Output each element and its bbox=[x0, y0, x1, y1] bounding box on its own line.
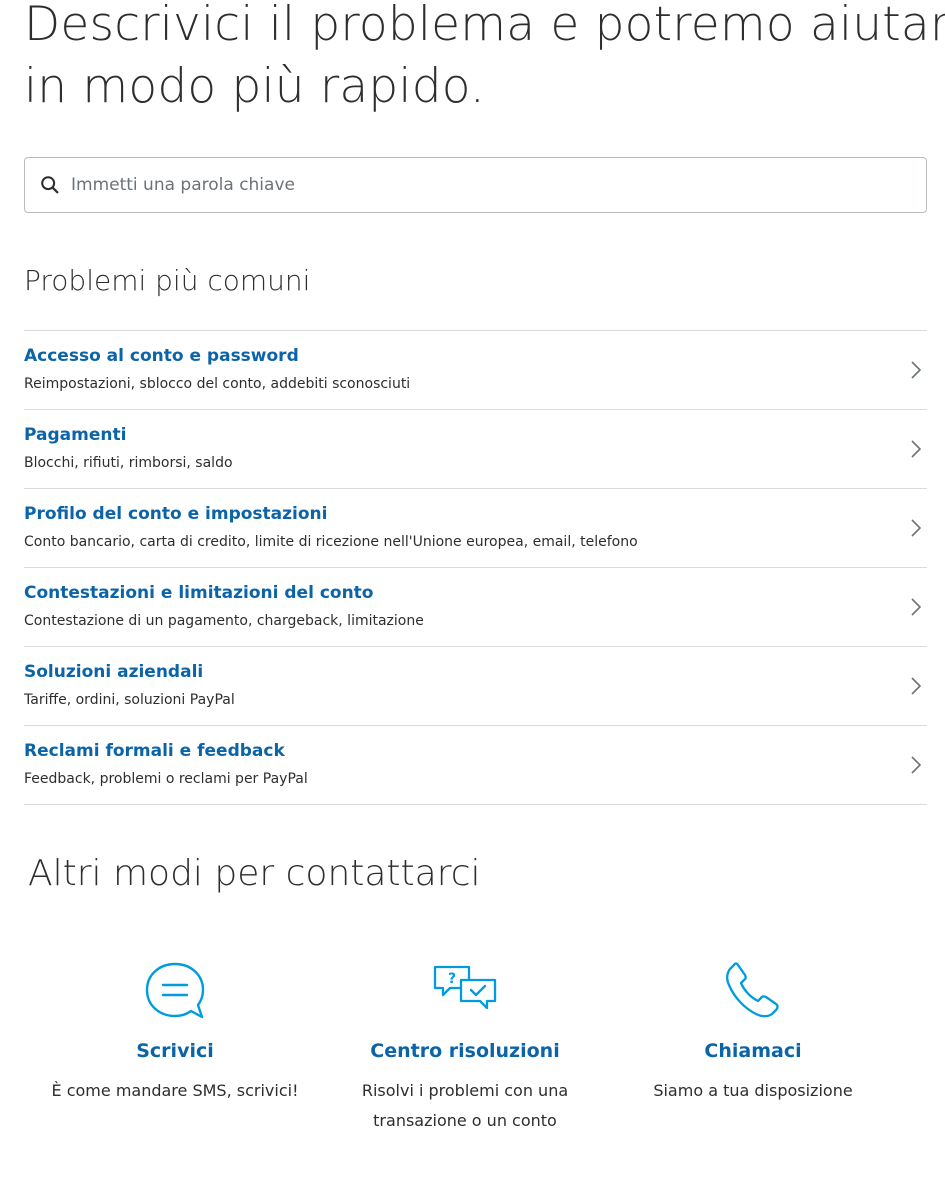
topic-account-access[interactable]: Accesso al conto e password Reimpostazio… bbox=[24, 331, 927, 410]
topic-description: Contestazione di un pagamento, chargebac… bbox=[24, 613, 424, 629]
topic-description: Reimpostazioni, sblocco del conto, addeb… bbox=[24, 376, 411, 392]
chevron-right-icon bbox=[911, 598, 922, 616]
contact-card-resolution-center[interactable]: ? Centro risoluzioni Risolvi i problemi … bbox=[315, 955, 615, 1136]
chevron-right-icon bbox=[911, 361, 922, 379]
topic-disputes-limitations[interactable]: Contestazioni e limitazioni del conto Co… bbox=[24, 568, 927, 647]
topic-title[interactable]: Pagamenti bbox=[24, 425, 126, 445]
common-issues-list: Accesso al conto e password Reimpostazio… bbox=[24, 330, 927, 805]
topic-complaints-feedback[interactable]: Reclami formali e feedback Feedback, pro… bbox=[24, 726, 927, 805]
topic-payments[interactable]: Pagamenti Blocchi, rifiuti, rimborsi, sa… bbox=[24, 410, 927, 489]
chat-bubble-icon bbox=[145, 962, 205, 1019]
contact-card-call[interactable]: Chiamaci Siamo a tua disposizione bbox=[603, 955, 903, 1106]
svg-text:?: ? bbox=[448, 971, 456, 987]
topic-title[interactable]: Soluzioni aziendali bbox=[24, 662, 203, 682]
common-issues-heading: Problemi più comuni bbox=[24, 264, 311, 297]
chevron-right-icon bbox=[911, 756, 922, 774]
contact-card-message[interactable]: Scrivici È come mandare SMS, scrivici! bbox=[25, 955, 325, 1106]
phone-icon bbox=[726, 962, 779, 1018]
card-title[interactable]: Centro risoluzioni bbox=[315, 1040, 615, 1062]
topic-description: Tariffe, ordini, soluzioni PayPal bbox=[24, 692, 235, 708]
card-description: Risolvi i problemi con una transazione o… bbox=[361, 1081, 569, 1130]
topic-description: Blocchi, rifiuti, rimborsi, saldo bbox=[24, 455, 233, 471]
card-title[interactable]: Chiamaci bbox=[603, 1040, 903, 1062]
resolution-center-icon: ? bbox=[433, 965, 497, 1010]
page-title-line-2: in modo più rapido. bbox=[24, 59, 485, 114]
topic-business-solutions[interactable]: Soluzioni aziendali Tariffe, ordini, sol… bbox=[24, 647, 927, 726]
chevron-right-icon bbox=[911, 440, 922, 458]
topic-title[interactable]: Contestazioni e limitazioni del conto bbox=[24, 583, 373, 603]
chevron-right-icon bbox=[911, 519, 922, 537]
topic-description: Conto bancario, carta di credito, limite… bbox=[24, 534, 638, 550]
card-description: Siamo a tua disposizione bbox=[653, 1081, 853, 1100]
card-description: È come mandare SMS, scrivici! bbox=[51, 1081, 299, 1100]
topic-title[interactable]: Profilo del conto e impostazioni bbox=[24, 504, 327, 524]
topic-title[interactable]: Reclami formali e feedback bbox=[24, 741, 285, 761]
topic-description: Feedback, problemi o reclami per PayPal bbox=[24, 771, 308, 787]
chevron-right-icon bbox=[911, 677, 922, 695]
search-icon bbox=[41, 176, 59, 194]
search-box[interactable] bbox=[24, 157, 927, 213]
topic-account-profile[interactable]: Profilo del conto e impostazioni Conto b… bbox=[24, 489, 927, 568]
topic-title[interactable]: Accesso al conto e password bbox=[24, 346, 299, 366]
search-input[interactable] bbox=[71, 165, 891, 205]
page-title-line-1: Descrivici il problema e potremo aiutart… bbox=[24, 0, 945, 52]
card-title[interactable]: Scrivici bbox=[25, 1040, 325, 1062]
contact-heading: Altri modi per contattarci bbox=[28, 853, 481, 894]
page-title: Descrivici il problema e potremo aiutart… bbox=[24, 0, 945, 118]
